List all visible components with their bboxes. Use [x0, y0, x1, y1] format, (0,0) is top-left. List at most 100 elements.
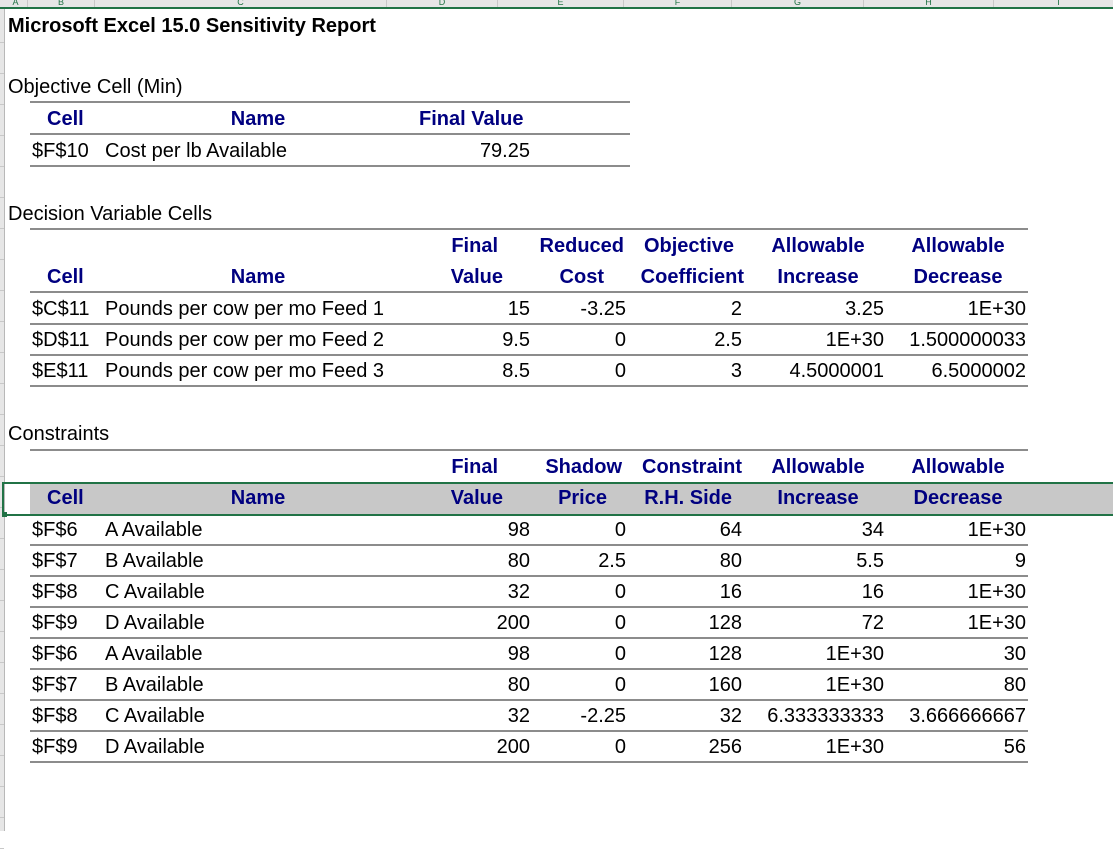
- row-header-divider: [0, 166, 4, 167]
- constraint-allowable-decrease: 30: [1003, 643, 1026, 665]
- objective-header-final-value: Final Value: [419, 108, 524, 130]
- constraint-allowable-decrease: 3.666666667: [909, 705, 1026, 727]
- objective-header-cell: Cell: [47, 108, 84, 130]
- divider: [30, 228, 1028, 230]
- decision-objective-coefficient: 2.5: [714, 329, 742, 351]
- constraint-name: A Available: [105, 643, 203, 665]
- decision-allowable-increase: 3.25: [845, 298, 884, 320]
- constraint-name: B Available: [105, 674, 204, 696]
- constraint-allowable-decrease: 1E+30: [967, 581, 1026, 603]
- decision-objective-coefficient: 3: [730, 360, 742, 382]
- decision-allowable-decrease: 1E+30: [967, 298, 1026, 320]
- constraint-allowable-increase: 16: [861, 581, 884, 603]
- constraints-header-increase-2: Increase: [777, 487, 859, 509]
- column-header-h[interactable]: H: [864, 0, 994, 7]
- decision-name: Pounds per cow per mo Feed 3: [105, 360, 385, 382]
- constraints-header-rhs-2: R.H. Side: [644, 487, 732, 509]
- decision-header-increase-2: Increase: [777, 266, 859, 288]
- decision-section-label: Decision Variable Cells: [8, 203, 213, 225]
- row-header-divider: [0, 228, 4, 229]
- decision-reduced-cost: 0: [614, 329, 626, 351]
- decision-cell-ref: $C$11: [32, 298, 90, 320]
- row-header-divider: [0, 600, 4, 601]
- constraint-shadow-price: -2.25: [580, 705, 626, 727]
- constraints-header-increase-1: Allowable: [771, 456, 865, 478]
- objective-header-name: Name: [230, 108, 286, 130]
- constraint-cell-ref: $F$9: [32, 736, 78, 758]
- constraints-header-shadow-1: Shadow: [545, 456, 622, 478]
- fill-handle[interactable]: [2, 512, 7, 517]
- decision-header-decrease-1: Allowable: [911, 235, 1005, 257]
- decision-objective-coefficient: 2: [730, 298, 742, 320]
- decision-name: Pounds per cow per mo Feed 1: [105, 298, 385, 320]
- divider: [30, 761, 1028, 763]
- column-header-e[interactable]: E: [498, 0, 624, 7]
- row-header-divider: [0, 786, 4, 787]
- constraint-name: C Available: [105, 705, 205, 727]
- column-header-f[interactable]: F: [624, 0, 732, 7]
- constraint-allowable-increase: 1E+30: [825, 736, 884, 758]
- objective-final-value: 79.25: [479, 140, 530, 162]
- constraint-allowable-decrease: 1E+30: [967, 519, 1026, 541]
- constraint-shadow-price: 0: [614, 612, 626, 634]
- divider: [30, 449, 1028, 451]
- row-header-divider: [0, 73, 4, 74]
- constraint-rhs: 32: [719, 705, 742, 727]
- constraints-header-decrease-1: Allowable: [911, 456, 1005, 478]
- constraint-name: A Available: [105, 519, 203, 541]
- constraint-shadow-price: 0: [614, 581, 626, 603]
- column-header-c[interactable]: C: [95, 0, 387, 7]
- constraint-cell-ref: $F$6: [32, 643, 78, 665]
- constraint-name: B Available: [105, 550, 204, 572]
- row-header-strip[interactable]: [0, 9, 5, 849]
- decision-reduced-cost: -3.25: [580, 298, 626, 320]
- constraint-allowable-increase: 1E+30: [825, 643, 884, 665]
- row-header-divider: [0, 569, 4, 570]
- constraint-rhs: 160: [708, 674, 742, 696]
- constraint-shadow-price: 0: [614, 736, 626, 758]
- constraints-header-final-1: Final: [451, 456, 498, 478]
- row-header-divider: [0, 352, 4, 353]
- decision-header-final-1: Final: [451, 235, 498, 257]
- decision-header-reduced-2: Cost: [559, 266, 604, 288]
- column-header-g[interactable]: G: [732, 0, 864, 7]
- row-header-divider: [0, 321, 4, 322]
- constraints-section-label: Constraints: [8, 423, 110, 445]
- constraints-header-rhs-1: Constraint: [642, 456, 742, 478]
- constraint-rhs: 256: [708, 736, 742, 758]
- row-header-divider: [0, 197, 4, 198]
- constraint-rhs: 128: [708, 643, 742, 665]
- column-header-a[interactable]: A: [4, 0, 28, 7]
- constraint-allowable-decrease: 9: [1014, 550, 1026, 572]
- constraint-cell-ref: $F$7: [32, 550, 78, 572]
- column-header-strip: A B C D E F G H I: [0, 0, 1113, 9]
- constraint-cell-ref: $F$8: [32, 581, 78, 603]
- row-header-divider: [0, 662, 4, 663]
- constraint-name: D Available: [105, 612, 205, 634]
- constraint-allowable-increase: 1E+30: [825, 674, 884, 696]
- constraint-shadow-price: 0: [614, 643, 626, 665]
- constraint-cell-ref: $F$8: [32, 705, 78, 727]
- row-header-divider: [0, 755, 4, 756]
- row-header-divider: [0, 290, 4, 291]
- decision-allowable-increase: 4.5000001: [789, 360, 884, 382]
- constraint-allowable-increase: 6.333333333: [767, 705, 884, 727]
- constraint-rhs: 64: [719, 519, 742, 541]
- objective-name: Cost per lb Available: [105, 140, 287, 162]
- constraint-cell-ref: $F$7: [32, 674, 78, 696]
- row-header-divider: [0, 817, 4, 818]
- constraint-shadow-price: 0: [614, 674, 626, 696]
- objective-cell-ref: $F$10: [32, 140, 89, 162]
- column-header-d[interactable]: D: [387, 0, 498, 7]
- row-header-divider: [0, 104, 4, 105]
- row-header-divider: [0, 383, 4, 384]
- decision-header-increase-1: Allowable: [771, 235, 865, 257]
- decision-header-objective-1: Objective: [643, 235, 734, 257]
- decision-header-decrease-2: Decrease: [913, 266, 1003, 288]
- constraints-header-decrease-2: Decrease: [913, 487, 1003, 509]
- column-header-b[interactable]: B: [28, 0, 95, 7]
- row-header-divider: [0, 724, 4, 725]
- constraints-header-shadow-2: Price: [558, 487, 607, 509]
- constraint-shadow-price: 0: [614, 519, 626, 541]
- column-header-i[interactable]: I: [994, 0, 1113, 7]
